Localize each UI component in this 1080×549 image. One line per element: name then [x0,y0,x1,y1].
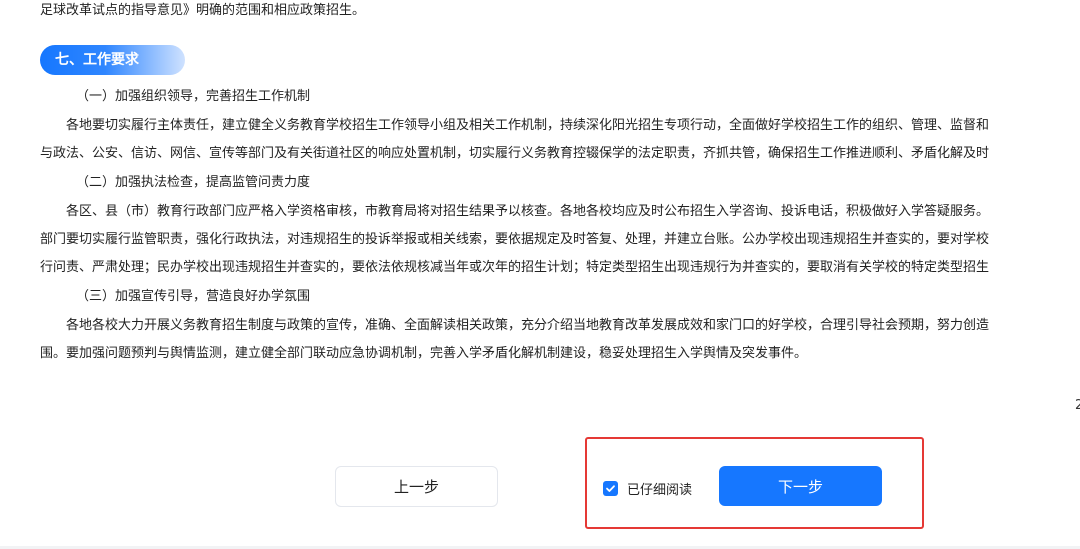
checkbox-label: 已仔细阅读 [627,483,693,498]
next-step-button[interactable]: 下一步 [719,466,882,506]
subsection-title: （三）加强宣传引导，营造良好办学氛围 [76,289,311,304]
read-confirm-checkbox[interactable]: 已仔细阅读 [603,479,692,498]
document-text-line: 与政法、公安、信访、网信、宣传等部门及有关街道社区的响应处置机制，切实履行义务教… [40,146,990,161]
checkbox-checked-icon[interactable] [603,481,618,496]
subsection-title: （二）加强执法检查，提高监管问责力度 [76,175,311,190]
page: 足球改革试点的指导意见》明确的范围和相应政策招生。 七、工作要求 （一）加强组织… [0,0,1080,549]
subsection-title: （一）加强组织领导，完善招生工作机制 [76,89,311,104]
document-text-line: 各地要切实履行主体责任，建立健全义务教育学校招生工作领导小组及相关工作机制，持续… [66,118,990,133]
previous-step-button[interactable]: 上一步 [335,466,498,507]
document-text-line: 各地各校大力开展义务教育招生制度与政策的宣传，准确、全面解读相关政策，充分介绍当… [66,318,990,333]
document-text-line: 行问责、严肃处理；民办学校出现违规招生并查实的，要依法依规核减当年或次年的招生计… [40,260,990,275]
section-title-badge: 七、工作要求 [40,45,185,75]
document-text-line: 各区、县（市）教育行政部门应严格入学资格审核，市教育局将对招生结果予以核查。各地… [66,204,990,219]
document-text-line: 围。要加强问题预判与舆情监测，建立健全部门联动应急协调机制，完善入学矛盾化解机制… [40,346,808,361]
document-text-line: 部门要切实履行监管职责，强化行政执法，对违规招生的投诉举报或相关线索，要依据规定… [40,232,990,247]
page-number: 2 [1075,398,1080,413]
document-text-line: 足球改革试点的指导意见》明确的范围和相应政策招生。 [40,3,366,18]
